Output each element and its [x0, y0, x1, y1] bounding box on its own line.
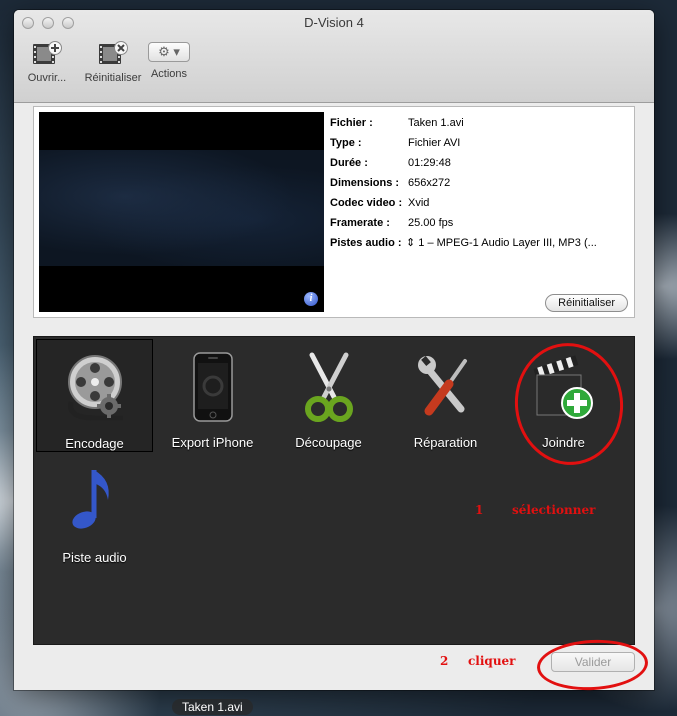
- property-value: Taken 1.avi: [408, 117, 464, 129]
- title-bar: D-Vision 4 Ouvrir... Réinitialiser ⚙ ▾ A…: [14, 10, 654, 103]
- tool-label: Découpage: [295, 435, 362, 450]
- tool-label: Réparation: [413, 435, 478, 450]
- audio-track-value: 1 – MPEG-1 Audio Layer III, MP3 (...: [418, 237, 597, 249]
- tool-reparation[interactable]: Réparation: [387, 339, 504, 452]
- property-value: Fichier AVI: [408, 137, 461, 149]
- tool-piste-audio[interactable]: Piste audio: [36, 454, 153, 567]
- file-info-panel: i Fichier : Taken 1.avi Type : Fichier A…: [33, 106, 635, 318]
- tool-label: Piste audio: [62, 550, 127, 565]
- actions-menu-button[interactable]: ⚙ ▾ Actions: [136, 40, 202, 80]
- film-add-icon: [31, 40, 63, 68]
- property-label: Dimensions :: [330, 177, 400, 189]
- video-frame-thumbnail: [39, 150, 324, 266]
- tool-label: Encodage: [65, 436, 124, 451]
- tool-encodage[interactable]: Encodage: [36, 339, 153, 452]
- property-value: 01:29:48: [408, 157, 451, 169]
- property-value: Xvid: [408, 197, 430, 209]
- property-value: 656x272: [408, 177, 451, 189]
- wrench-screwdriver-icon: [415, 351, 477, 423]
- film-reset-icon: [97, 40, 129, 68]
- property-label: Type :: [330, 137, 362, 149]
- scissors-icon: [298, 351, 360, 423]
- open-button[interactable]: Ouvrir...: [14, 40, 80, 84]
- property-value: 25.00 fps: [408, 217, 454, 229]
- dock-item-label: Taken 1.avi: [172, 699, 253, 715]
- audio-track-select[interactable]: ⇕ 1 – MPEG-1 Audio Layer III, MP3 (...: [406, 233, 597, 253]
- window-title: D-Vision 4: [304, 15, 364, 30]
- annotation-step2-number: 2: [440, 654, 449, 668]
- annotation-step1-number: 1: [475, 503, 484, 517]
- stepper-arrows-icon: ⇕: [406, 237, 419, 249]
- annotation-step1-text: sélectionner: [512, 503, 596, 517]
- open-button-label: Ouvrir...: [27, 72, 67, 84]
- tool-label: Export iPhone: [171, 435, 254, 450]
- property-label: Fichier :: [330, 117, 373, 129]
- music-note-icon: [64, 466, 126, 538]
- film-reel-gear-icon: [65, 352, 127, 424]
- tool-decoupage[interactable]: Découpage: [270, 339, 387, 452]
- iphone-icon: [182, 351, 244, 423]
- annotation-step2-text: cliquer: [468, 654, 516, 668]
- property-label: Framerate :: [330, 217, 390, 229]
- video-preview: i: [39, 112, 324, 312]
- property-label: Codec video :: [330, 197, 403, 209]
- tool-export-iphone[interactable]: Export iPhone: [154, 339, 271, 452]
- gear-dropdown-icon: ⚙ ▾: [148, 42, 190, 62]
- reset-info-button[interactable]: Réinitialiser: [545, 294, 628, 312]
- property-label: Durée :: [330, 157, 368, 169]
- info-icon[interactable]: i: [304, 292, 318, 306]
- actions-label: Actions: [150, 68, 188, 80]
- audio-track-label: Pistes audio :: [330, 237, 402, 249]
